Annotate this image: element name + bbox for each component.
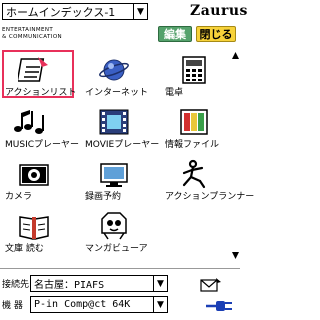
connection-select[interactable]: 名古屋：PIAFS ▼: [30, 275, 168, 292]
movie-player-icon: [99, 109, 129, 135]
app-camera[interactable]: カメラ: [2, 156, 78, 206]
app-music-player[interactable]: MUSICプレーヤー: [2, 104, 80, 154]
chevron-down-icon[interactable]: ▼: [153, 297, 167, 312]
edit-button[interactable]: 編集: [158, 26, 192, 42]
connection-row: 接続先 名古屋：PIAFS ▼: [2, 275, 168, 292]
app-internet[interactable]: インターネット: [82, 52, 158, 102]
plug-icon: [206, 301, 232, 311]
device-select[interactable]: P-in Comp@ct 64K ▼: [30, 296, 168, 313]
chevron-down-icon[interactable]: ▼: [153, 276, 167, 291]
brand-logo: Zaurus: [190, 3, 248, 19]
app-action-planner[interactable]: アクションプランナー: [162, 156, 255, 206]
brand-tagline: ENTERTAINMENT & COMMUNICATION: [2, 27, 63, 40]
action-list-icon: [18, 57, 48, 82]
manga-viewer-icon: [101, 212, 127, 240]
app-info-file[interactable]: 情報ファイル: [162, 104, 238, 154]
recording-schedule-icon: [100, 163, 128, 187]
scroll-down-icon[interactable]: [232, 252, 239, 260]
app-movie-player[interactable]: MOVIEプレーヤー: [82, 104, 160, 154]
app-manga-viewer[interactable]: マンガビューア: [82, 208, 158, 258]
calculator-icon: [182, 56, 206, 84]
camera-icon: [19, 164, 49, 186]
app-label: マンガビューア: [85, 244, 148, 254]
home-index-value: ホームインデックス-1: [6, 5, 116, 19]
header-bar: ホームインデックス-1 ▼ Zaurus ENTERTAINMENT & COM…: [0, 0, 247, 48]
app-label: MUSICプレーヤー: [5, 140, 80, 150]
action-planner-icon: [182, 159, 206, 189]
app-calculator[interactable]: 電卓: [162, 52, 238, 102]
close-button[interactable]: 閉じる: [196, 26, 236, 42]
app-library-book[interactable]: 文庫 読む: [2, 208, 78, 258]
app-label: インターネット: [85, 88, 149, 98]
app-label: 電卓: [165, 88, 184, 98]
device-row: 機 器 P-in Comp@ct 64K ▼: [2, 296, 168, 313]
app-recording-schedule[interactable]: 録画予約: [82, 156, 158, 206]
app-label: 録画予約: [85, 192, 122, 202]
app-action-list[interactable]: アクションリスト: [2, 52, 78, 102]
connection-label: 接続先: [2, 280, 30, 290]
mail-icon[interactable]: [200, 277, 222, 293]
internet-icon: [99, 59, 129, 81]
footer-bar: 接続先 名古屋：PIAFS ▼ 機 器 P-in Comp@ct 64K ▼: [0, 268, 240, 320]
home-index-select[interactable]: ホームインデックス-1 ▼: [2, 3, 148, 20]
app-label: MOVIEプレーヤー: [85, 140, 160, 150]
music-player-icon: [14, 110, 44, 134]
connection-value: 名古屋：PIAFS: [34, 280, 105, 291]
app-label: 文庫 読む: [5, 244, 44, 254]
library-book-icon: [19, 216, 49, 240]
device-value: P-in Comp@ct 64K: [34, 299, 131, 310]
app-label: アクションプランナー: [165, 192, 255, 202]
app-label: アクションリスト: [5, 88, 77, 98]
app-label: 情報ファイル: [165, 140, 220, 150]
chevron-down-icon[interactable]: ▼: [133, 4, 147, 19]
app-label: カメラ: [5, 192, 33, 202]
info-file-icon: [180, 109, 208, 135]
device-label: 機 器: [2, 301, 23, 311]
